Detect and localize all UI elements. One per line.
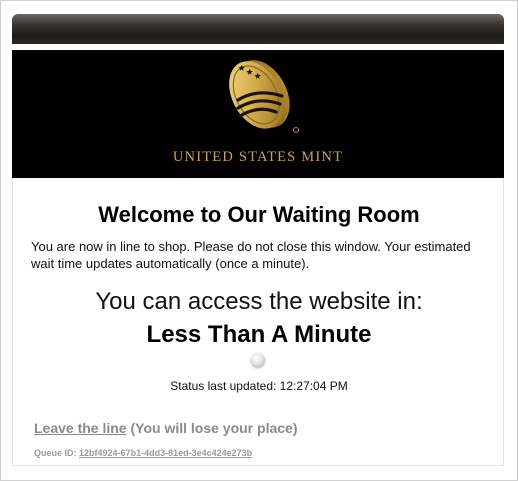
- status-last-updated: Status last updated: 12:27:04 PM: [170, 379, 348, 393]
- intro-text: You are now in line to shop. Please do n…: [31, 239, 471, 271]
- queue-id-row: Queue ID: 12bf4924-67b1-4dd3-81ed-3e4c42…: [34, 448, 252, 458]
- window-top-bar: [12, 14, 504, 44]
- leave-line-row: Leave the line (You will lose your place…: [34, 420, 297, 436]
- waiting-room-panel: Welcome to Our Waiting Room You are now …: [12, 178, 504, 466]
- loading-spinner-icon: [251, 353, 265, 367]
- page-title: Welcome to Our Waiting Room: [98, 202, 420, 227]
- waiting-room-page: UNITED STATES MINT Welcome to Our Waitin…: [0, 0, 518, 481]
- leave-line-note: (You will lose your place): [130, 420, 298, 436]
- queue-id-label: Queue ID:: [34, 448, 77, 458]
- leave-line-link[interactable]: Leave the line: [34, 420, 127, 436]
- access-label: You can access the website in:: [95, 288, 423, 315]
- site-header: UNITED STATES MINT: [12, 50, 504, 178]
- queue-id-link[interactable]: 12bf4924-67b1-4dd3-81ed-3e4c424e273b: [79, 448, 252, 458]
- us-mint-coin-logo-icon: [222, 57, 299, 133]
- brand-name: UNITED STATES MINT: [172, 149, 344, 165]
- wait-time-value: Less Than A Minute: [146, 321, 372, 348]
